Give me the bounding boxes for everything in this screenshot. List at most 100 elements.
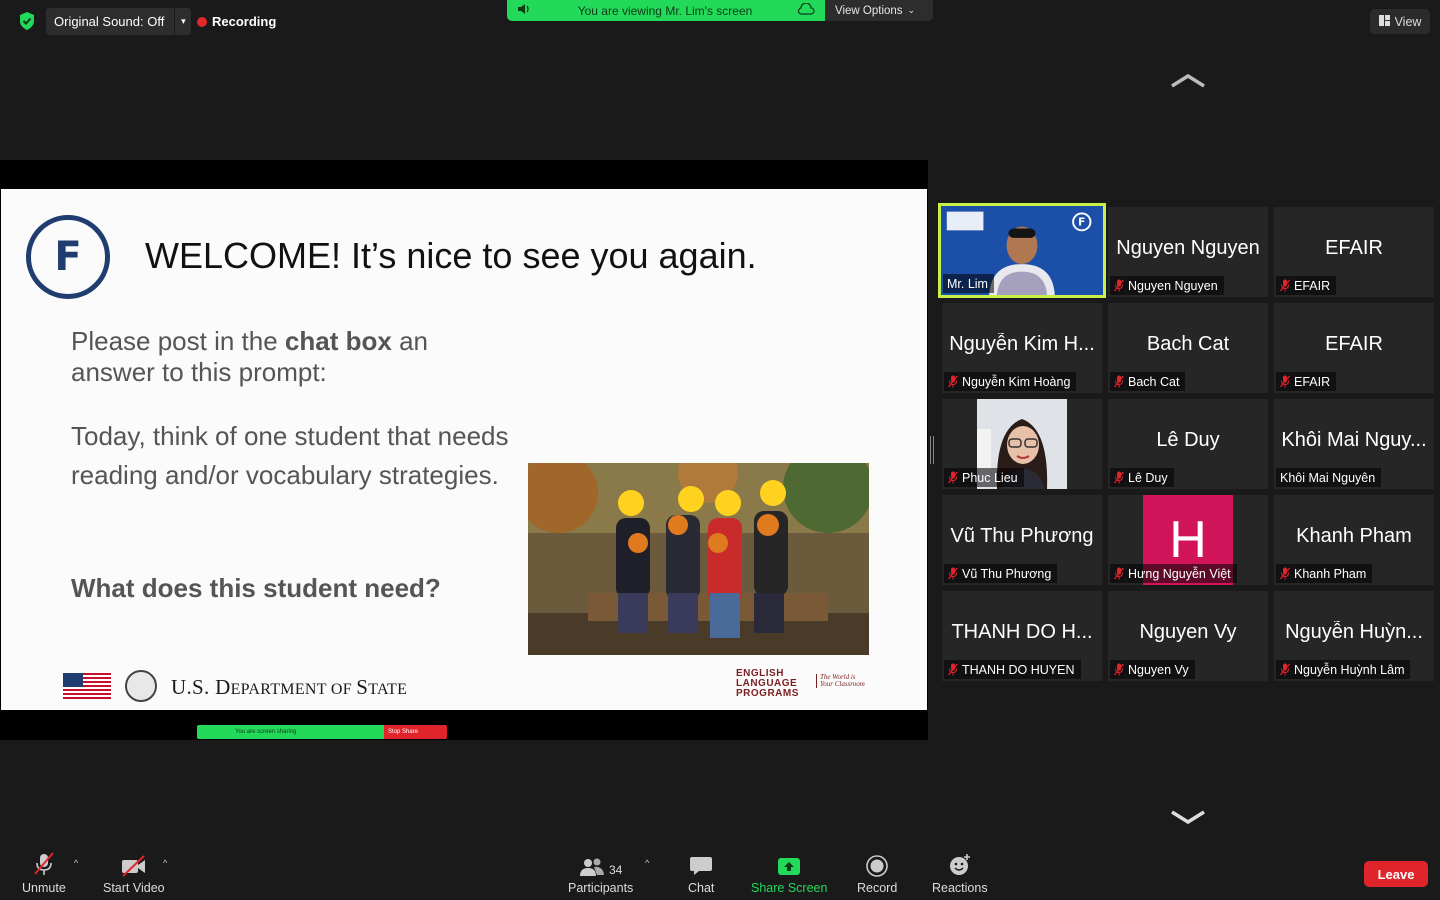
leave-button[interactable]: Leave xyxy=(1364,861,1428,887)
participant-name: Vũ Thu Phương xyxy=(962,566,1052,581)
elp-logo: ENGLISH LANGUAGE PROGRAMS xyxy=(736,668,799,699)
chevron-down-icon[interactable] xyxy=(1168,808,1208,828)
participant-display-name: Khôi Mai Nguy... xyxy=(1281,429,1427,451)
cloud-icon xyxy=(797,2,819,18)
slide: F WELCOME! It’s nice to see you again. P… xyxy=(1,189,927,710)
resize-handle[interactable] xyxy=(930,436,934,464)
participant-name-label: Lê Duy xyxy=(1110,468,1174,487)
video-off-icon xyxy=(120,853,148,877)
participant-display-name: Nguyễn Kim H... xyxy=(949,333,1095,355)
chevron-up-icon[interactable] xyxy=(1168,70,1208,90)
reactions-button[interactable]: Reactions xyxy=(932,853,988,895)
students-photo xyxy=(528,463,869,655)
muted-mic-icon xyxy=(1280,567,1290,580)
participants-button[interactable]: 34 Participants xyxy=(568,853,633,895)
chat-label: Chat xyxy=(688,881,715,895)
participant-tile[interactable]: H Hưng Nguyễn Việt xyxy=(1108,495,1268,585)
security-shield-icon[interactable] xyxy=(14,9,40,33)
muted-mic-icon xyxy=(1114,471,1124,484)
record-icon xyxy=(866,853,888,877)
participant-tile[interactable]: Nguyễn Kim H... Nguyễn Kim Hoàng xyxy=(942,303,1102,393)
participant-name: Khanh Pham xyxy=(1294,566,1367,581)
muted-mic-icon xyxy=(31,852,57,877)
elp-tagline: The World is Your Classroom xyxy=(816,674,865,688)
participant-tile[interactable]: Vũ Thu Phương Vũ Thu Phương xyxy=(942,495,1102,585)
f-logo-icon: F xyxy=(26,215,110,299)
participant-name-label: Nguyen Nguyen xyxy=(1110,276,1224,295)
participant-name-label: Bach Cat xyxy=(1110,372,1186,391)
participant-tile[interactable]: EFAIR EFAIR xyxy=(1274,303,1434,393)
start-video-label: Start Video xyxy=(103,881,165,895)
muted-mic-icon xyxy=(1280,663,1290,676)
participant-name: Phuc Lieu xyxy=(962,470,1018,485)
original-sound-toggle[interactable]: Original Sound: Off ▾ xyxy=(46,8,192,35)
chevron-down-icon: ⌄ xyxy=(907,5,916,15)
participant-display-name: THANH DO H... xyxy=(951,621,1093,643)
participant-name: EFAIR xyxy=(1294,278,1331,293)
grid-view-icon xyxy=(1378,14,1390,29)
mini-stop-share: Stop Share xyxy=(384,725,447,739)
chat-bubble-icon xyxy=(689,853,713,877)
speaker-icon[interactable] xyxy=(517,3,533,18)
reactions-label: Reactions xyxy=(932,881,988,895)
chevron-up-icon[interactable]: ^ xyxy=(645,858,649,868)
muted-mic-icon xyxy=(1114,567,1124,580)
participant-tile[interactable]: EFAIR EFAIR xyxy=(1274,207,1434,297)
participant-display-name: Bach Cat xyxy=(1146,333,1230,355)
recording-indicator: Recording xyxy=(197,14,276,29)
participant-name: Nguyen Nguyen xyxy=(1128,278,1218,293)
viewing-banner-text: You are viewing Mr. Lim's screen xyxy=(577,3,753,18)
slide-question: What does this student need? xyxy=(71,573,441,603)
participant-name-label: EFAIR xyxy=(1276,372,1337,391)
participant-name: Nguyễn Huỳnh Lâm xyxy=(1294,662,1405,677)
participant-tile[interactable]: Nguyen Nguyen Nguyen Nguyen xyxy=(1108,207,1268,297)
participant-tile[interactable]: F Mr. Lim xyxy=(938,203,1106,298)
participant-name-label: Phuc Lieu xyxy=(944,468,1024,487)
share-screen-button[interactable]: Share Screen xyxy=(751,853,827,895)
emoji-add-icon xyxy=(948,853,972,877)
participant-name-label: Khôi Mai Nguyên xyxy=(1276,468,1382,487)
participant-name-label: Mr. Lim xyxy=(943,274,994,293)
muted-mic-icon xyxy=(1280,375,1290,388)
muted-mic-icon xyxy=(1280,279,1290,292)
slide-body: Today, think of one student that needs r… xyxy=(71,421,509,490)
participant-tile[interactable]: Bach Cat Bach Cat xyxy=(1108,303,1268,393)
chevron-down-icon[interactable]: ▾ xyxy=(175,16,191,27)
record-label: Record xyxy=(857,881,898,895)
recording-label: Recording xyxy=(212,14,277,29)
participant-name: EFAIR xyxy=(1294,374,1331,389)
participant-tile[interactable]: Phuc Lieu xyxy=(942,399,1102,489)
participant-tile[interactable]: Nguyễn Huỳn... Nguyễn Huỳnh Lâm xyxy=(1274,591,1434,681)
unmute-button[interactable]: Unmute xyxy=(22,852,66,895)
participant-tile[interactable]: Khôi Mai Nguy... Khôi Mai Nguyên xyxy=(1274,399,1434,489)
muted-mic-icon xyxy=(948,471,958,484)
muted-mic-icon xyxy=(948,663,958,676)
start-video-button[interactable]: Start Video xyxy=(103,853,165,895)
participant-tile[interactable]: Khanh Pham Khanh Pham xyxy=(1274,495,1434,585)
participant-tile[interactable]: THANH DO H... THANH DO HUYEN xyxy=(942,591,1102,681)
participant-count: 34 xyxy=(608,863,623,877)
shared-screen: F WELCOME! It’s nice to see you again. P… xyxy=(0,160,928,740)
view-options-menu[interactable]: View Options ⌄ xyxy=(825,0,933,21)
participant-display-name: Nguyen Nguyen xyxy=(1116,237,1260,259)
participant-display-name: Nguyễn Huỳn... xyxy=(1285,621,1423,643)
participant-tile[interactable]: Nguyen Vy Nguyen Vy xyxy=(1108,591,1268,681)
view-button[interactable]: View xyxy=(1370,9,1430,34)
chevron-up-icon[interactable]: ^ xyxy=(163,858,167,868)
record-button[interactable]: Record xyxy=(857,853,897,895)
participant-name-label: Vũ Thu Phương xyxy=(944,564,1058,583)
participant-name-label: Nguyen Vy xyxy=(1110,660,1195,679)
participant-display-name: EFAIR xyxy=(1325,237,1383,259)
mini-share-bar: You are screen sharing Stop Share xyxy=(197,725,447,739)
participant-name-label: Nguyễn Huỳnh Lâm xyxy=(1276,660,1411,679)
participant-tile[interactable]: Lê Duy Lê Duy xyxy=(1108,399,1268,489)
participant-name-label: Khanh Pham xyxy=(1276,564,1373,583)
muted-mic-icon xyxy=(1114,375,1124,388)
participants-icon xyxy=(579,858,604,876)
participant-name: Hưng Nguyễn Việt xyxy=(1128,566,1231,581)
participant-name: Nguyen Vy xyxy=(1128,662,1189,677)
svg-text:F: F xyxy=(1078,217,1085,229)
chat-button[interactable]: Chat xyxy=(688,853,714,895)
participant-display-name: Khanh Pham xyxy=(1296,525,1412,547)
chevron-up-icon[interactable]: ^ xyxy=(74,858,78,868)
